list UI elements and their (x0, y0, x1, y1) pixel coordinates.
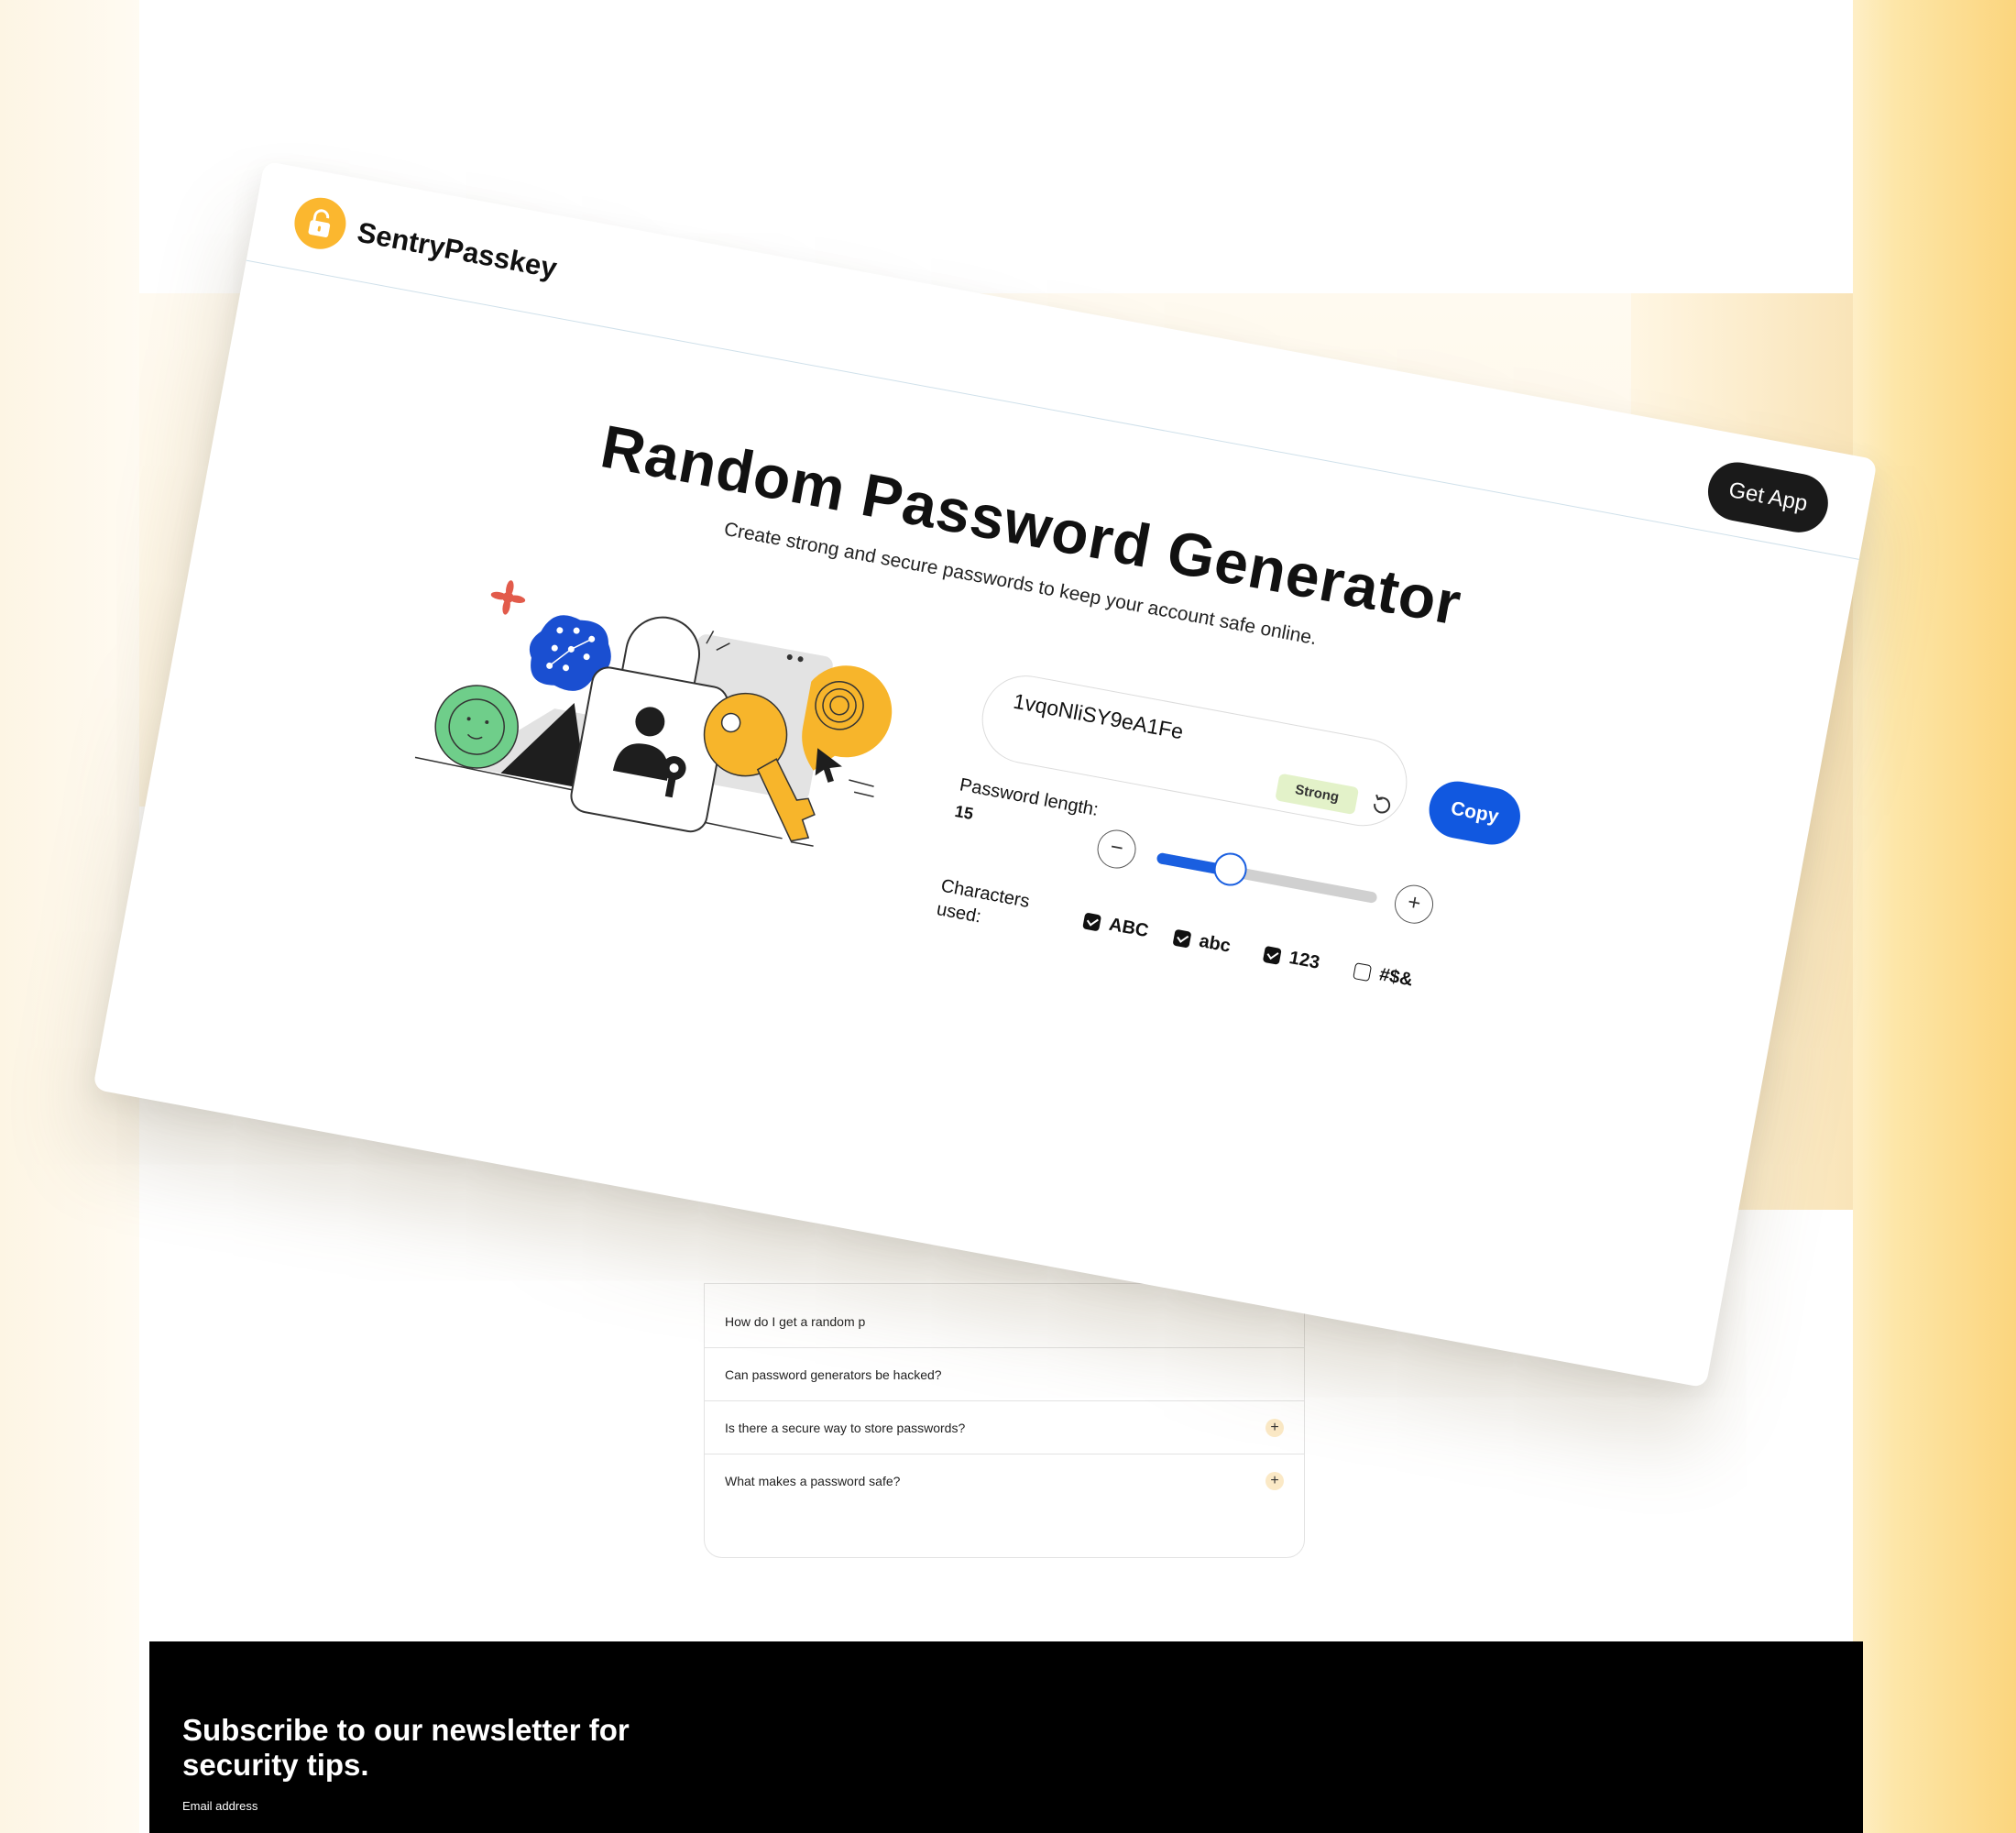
option-symbols[interactable]: #$& (1353, 960, 1415, 991)
faq-question: What makes a password safe? (725, 1474, 901, 1488)
checkbox[interactable] (1262, 945, 1282, 965)
faq-item[interactable]: How do I get a random p (705, 1295, 1304, 1348)
length-value: 15 (953, 801, 975, 824)
copy-button[interactable]: Copy (1424, 776, 1526, 850)
faq-question: How do I get a random p (725, 1313, 866, 1329)
option-label: ABC (1107, 914, 1151, 942)
option-uppercase[interactable]: ABC (1082, 910, 1150, 943)
faq-item[interactable]: Can password generators be hacked? (705, 1348, 1304, 1401)
logo[interactable] (290, 193, 351, 254)
decrease-length-button[interactable]: − (1094, 827, 1140, 872)
checkbox[interactable] (1353, 961, 1373, 982)
get-app-button[interactable]: Get App (1703, 457, 1834, 538)
minus-icon: − (1108, 834, 1126, 862)
faq-list: How do I get a random p Can password gen… (704, 1283, 1305, 1558)
checkbox[interactable] (1172, 928, 1192, 949)
slider-thumb[interactable] (1211, 850, 1250, 889)
faq-item[interactable]: Is there a secure way to store passwords… (705, 1401, 1304, 1454)
faq-item[interactable]: What makes a password safe? + (705, 1454, 1304, 1508)
option-numbers[interactable]: 123 (1262, 943, 1321, 974)
lock-icon (308, 209, 331, 237)
password-text[interactable]: 1vqoNliSY9eA1Fe (1012, 689, 1186, 745)
email-label: Email address (182, 1799, 258, 1813)
flower-icon (490, 580, 526, 615)
characters-label: Characters used: (935, 875, 1032, 927)
increase-length-button[interactable]: + (1391, 882, 1437, 927)
plus-icon[interactable]: + (1265, 1472, 1284, 1490)
option-label: 123 (1287, 948, 1321, 973)
option-label: abc (1197, 930, 1233, 957)
plus-icon: + (1405, 889, 1423, 916)
security-illustration (414, 580, 893, 847)
checkbox[interactable] (1082, 911, 1102, 931)
footer: Subscribe to our newsletter for security… (149, 1641, 1863, 1833)
strength-badge: Strong (1275, 773, 1360, 816)
refresh-icon[interactable] (1367, 790, 1397, 820)
option-lowercase[interactable]: abc (1172, 927, 1233, 958)
faq-question: Can password generators be hacked? (725, 1367, 942, 1382)
length-slider[interactable] (1156, 850, 1378, 905)
plus-icon[interactable]: + (1265, 1418, 1284, 1437)
newsletter-title: Subscribe to our newsletter for security… (182, 1713, 630, 1782)
length-label: Password length: (958, 774, 1101, 820)
brand-name: SentryPasskey (355, 215, 560, 285)
faq-question: Is there a secure way to store passwords… (725, 1420, 966, 1435)
option-label: #$& (1377, 964, 1415, 991)
